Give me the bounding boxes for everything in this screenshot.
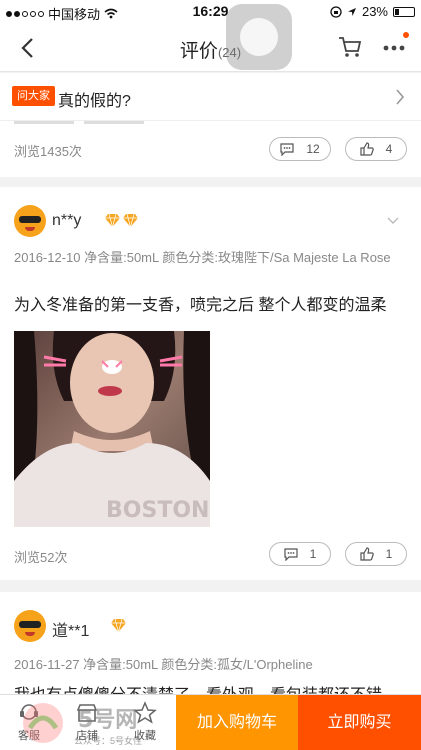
comment-count: 1	[309, 547, 317, 561]
like-count: 4	[385, 142, 393, 156]
like-button[interactable]: 1	[345, 542, 407, 566]
chevron-right-icon	[396, 89, 405, 105]
comment-button[interactable]: 12	[269, 137, 331, 161]
buy-now-button[interactable]: 立即购买	[298, 695, 421, 750]
ask-everyone-row[interactable]: 问大家 真的假的?	[0, 73, 421, 121]
assistive-touch-button[interactable]	[226, 4, 292, 70]
more-options-icon[interactable]	[381, 34, 407, 60]
thumbs-up-icon	[360, 547, 374, 561]
avatar[interactable]	[14, 205, 46, 237]
add-to-cart-button[interactable]: 加入购物车	[176, 695, 298, 750]
customer-service-label: 客服	[18, 730, 40, 742]
cart-icon[interactable]	[337, 34, 363, 60]
like-button[interactable]: 4	[345, 137, 407, 161]
shop-icon	[76, 704, 98, 722]
shop-label: 店铺	[76, 730, 98, 742]
status-bar: 中国移动 16:29 23%	[0, 0, 421, 24]
favorite-button[interactable]: 收藏	[116, 695, 174, 750]
review-views: 浏览52次	[14, 550, 68, 565]
bottom-action-bar: 客服 店铺 收藏 加入购物车 立即购买	[0, 694, 421, 750]
avatar[interactable]	[14, 610, 46, 642]
nav-bar: 评价(24)	[0, 24, 421, 72]
review-meta: 2016-12-10 净含量:50mL 颜色分类:玫瑰陛下/Sa Majeste…	[14, 250, 391, 265]
notification-dot	[403, 32, 409, 38]
star-icon	[133, 701, 157, 724]
diamond-icon	[123, 213, 138, 228]
chevron-down-icon[interactable]	[387, 217, 399, 225]
shop-button[interactable]: 店铺	[58, 695, 116, 750]
reviewer-name[interactable]: n**y	[52, 212, 81, 230]
member-level-badge	[110, 618, 127, 633]
diamond-icon	[111, 618, 126, 633]
review-photo-image: BOSTON	[14, 331, 210, 527]
comment-icon	[280, 142, 294, 156]
review-text: 为入冬准备的第一支香，喷完之后 整个人都变的温柔	[14, 297, 387, 314]
comment-count: 12	[306, 142, 320, 156]
ask-question: 真的假的?	[58, 93, 131, 110]
customer-service-button[interactable]: 客服	[0, 695, 58, 750]
ask-views: 浏览1435次	[14, 144, 82, 159]
review-photo[interactable]: BOSTON	[14, 331, 210, 527]
like-count: 1	[385, 547, 393, 561]
review-meta: 2016-11-27 净含量:50mL 颜色分类:孤女/L'Orpheline	[14, 657, 313, 672]
ask-everyone-tag: 问大家	[12, 86, 55, 106]
rotation-lock-icon	[330, 5, 342, 18]
page-title-text: 评价	[179, 41, 218, 62]
battery-icon	[393, 6, 415, 17]
member-level-badge	[104, 213, 139, 228]
thumbs-up-icon	[360, 142, 374, 156]
shirt-print-text: BOSTON	[106, 498, 209, 523]
comment-button[interactable]: 1	[269, 542, 331, 566]
previous-review-images-edge	[14, 121, 144, 124]
ask-everyone-section: 问大家 真的假的? 浏览1435次 12 4	[0, 73, 421, 177]
favorite-label: 收藏	[134, 730, 156, 742]
comment-icon	[284, 547, 298, 561]
reviewer-name[interactable]: 道**1	[52, 617, 89, 641]
location-icon	[347, 7, 356, 16]
diamond-icon	[105, 213, 120, 228]
battery-percent: 23%	[361, 4, 388, 19]
review-card: n**y 2016-12-10 净含量:50mL 颜色分类:玫瑰陛下/Sa Ma…	[0, 187, 421, 580]
customer-service-icon	[20, 704, 38, 720]
